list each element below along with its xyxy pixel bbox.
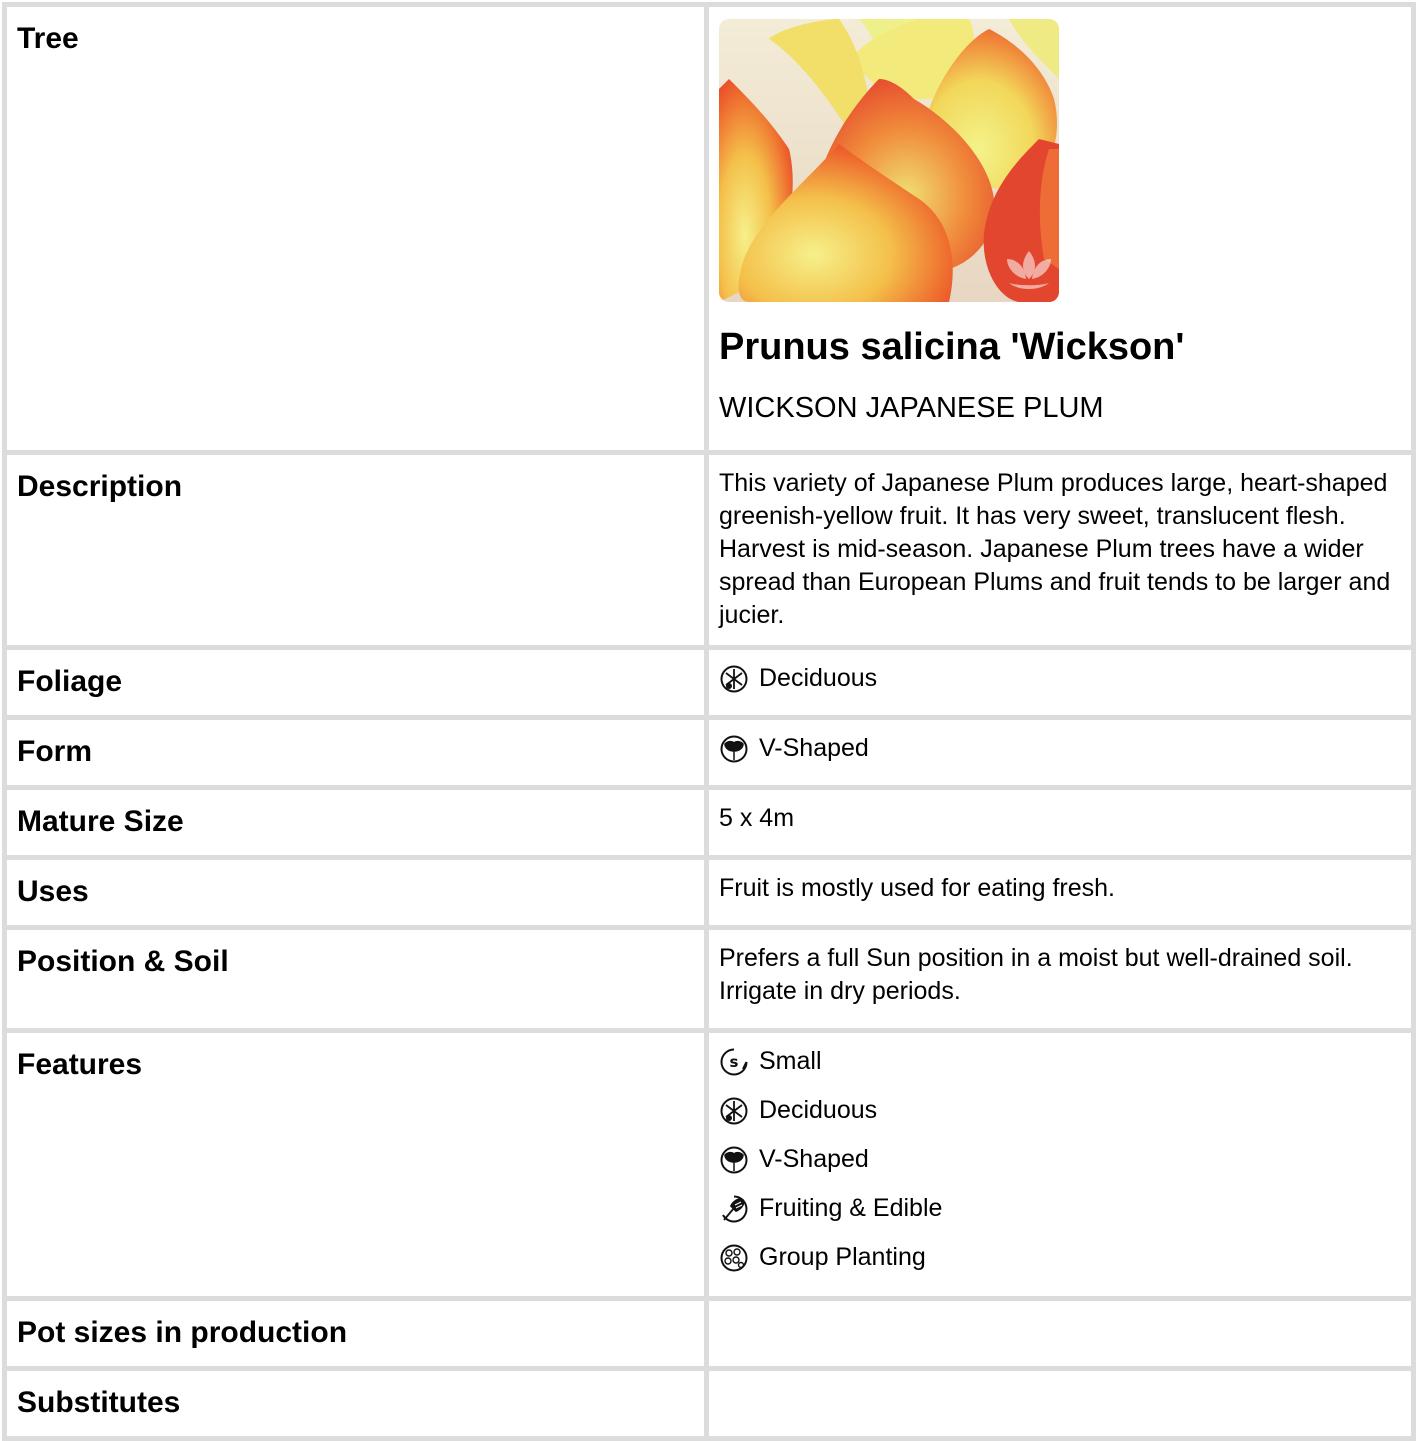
form-label-cell: Form <box>7 720 704 785</box>
v-shaped-icon <box>719 734 749 764</box>
position-soil-value-cell: Prefers a full Sun position in a moist b… <box>709 930 1411 1028</box>
tree-row: Tree Prunus salicina 'Wickson' WICKSON J… <box>7 7 1411 450</box>
plant-details-table: Tree Prunus salicina 'Wickson' WICKSON J… <box>2 2 1416 1441</box>
description-value-cell: This variety of Japanese Plum produces l… <box>709 455 1411 645</box>
tree-label-cell: Tree <box>7 7 704 450</box>
foliage-value-cell: Deciduous <box>709 650 1411 715</box>
group-planting-icon <box>719 1243 749 1273</box>
feature-label-fruiting-edible: Fruiting & Edible <box>759 1194 943 1222</box>
form-row: Form V-Shaped <box>7 720 1411 785</box>
feature-item-small: s Small <box>719 1045 1401 1078</box>
pot-sizes-value-cell <box>709 1301 1411 1366</box>
feature-item-deciduous: Deciduous <box>719 1094 1401 1127</box>
position-soil-row: Position & Soil Prefers a full Sun posit… <box>7 930 1411 1028</box>
small-icon: s <box>719 1047 749 1077</box>
description-label-cell: Description <box>7 455 704 645</box>
svg-text:s: s <box>730 1053 739 1071</box>
botanical-name: Prunus salicina 'Wickson' <box>719 326 1185 368</box>
form-value-label: V-Shaped <box>759 734 869 762</box>
fruiting-edible-icon <box>719 1194 749 1224</box>
form-value-cell: V-Shaped <box>709 720 1411 785</box>
foliage-value: Deciduous <box>719 662 1401 695</box>
tree-value-cell: Prunus salicina 'Wickson' WICKSON JAPANE… <box>709 7 1411 450</box>
foliage-value-label: Deciduous <box>759 664 878 692</box>
substitutes-label: Substitutes <box>17 1386 181 1419</box>
feature-label-small: Small <box>759 1047 822 1075</box>
feature-label-v-shaped: V-Shaped <box>759 1145 869 1173</box>
mature-size-label: Mature Size <box>17 805 184 838</box>
pot-sizes-row: Pot sizes in production <box>7 1301 1411 1366</box>
uses-value: Fruit is mostly used for eating fresh. <box>719 874 1115 902</box>
mature-size-value-cell: 5 x 4m <box>709 790 1411 855</box>
mature-size-value: 5 x 4m <box>719 804 795 832</box>
mature-size-row: Mature Size 5 x 4m <box>7 790 1411 855</box>
foliage-row: Foliage Deciduous <box>7 650 1411 715</box>
pot-sizes-label: Pot sizes in production <box>17 1316 348 1349</box>
feature-item-group-planting: Group Planting <box>719 1241 1401 1274</box>
substitutes-label-cell: Substitutes <box>7 1371 704 1436</box>
substitutes-value-cell <box>709 1371 1411 1436</box>
uses-label: Uses <box>17 875 89 908</box>
foliage-label-cell: Foliage <box>7 650 704 715</box>
uses-row: Uses Fruit is mostly used for eating fre… <box>7 860 1411 925</box>
deciduous-icon <box>719 664 749 694</box>
plant-photo[interactable] <box>719 19 1059 302</box>
mature-size-label-cell: Mature Size <box>7 790 704 855</box>
uses-label-cell: Uses <box>7 860 704 925</box>
feature-item-fruiting-edible: Fruiting & Edible <box>719 1192 1401 1225</box>
feature-label-group-planting: Group Planting <box>759 1243 926 1271</box>
pot-sizes-label-cell: Pot sizes in production <box>7 1301 704 1366</box>
form-label: Form <box>17 735 92 768</box>
position-soil-value: Prefers a full Sun position in a moist b… <box>719 944 1353 1005</box>
common-name: WICKSON JAPANESE PLUM <box>719 392 1104 424</box>
features-list: s Small Deciduous V-Shaped Fruiting & Ed… <box>719 1045 1401 1274</box>
features-value-cell: s Small Deciduous V-Shaped Fruiting & Ed… <box>709 1033 1411 1296</box>
uses-value-cell: Fruit is mostly used for eating fresh. <box>709 860 1411 925</box>
feature-item-v-shaped: V-Shaped <box>719 1143 1401 1176</box>
position-soil-label-cell: Position & Soil <box>7 930 704 1028</box>
v-shaped-icon <box>719 1145 749 1175</box>
features-label-cell: Features <box>7 1033 704 1296</box>
foliage-label: Foliage <box>17 665 123 698</box>
substitutes-row: Substitutes <box>7 1371 1411 1436</box>
description-text: This variety of Japanese Plum produces l… <box>719 469 1391 629</box>
tree-label: Tree <box>17 22 79 55</box>
features-label: Features <box>17 1048 143 1081</box>
position-soil-label: Position & Soil <box>17 945 229 978</box>
deciduous-icon <box>719 1096 749 1126</box>
description-label: Description <box>17 470 183 503</box>
features-row: Features s Small Deciduous V-Shaped Frui… <box>7 1033 1411 1296</box>
form-value: V-Shaped <box>719 732 1401 765</box>
description-row: Description This variety of Japanese Plu… <box>7 455 1411 645</box>
plum-fruit-image <box>719 19 1059 302</box>
feature-label-deciduous: Deciduous <box>759 1096 878 1124</box>
